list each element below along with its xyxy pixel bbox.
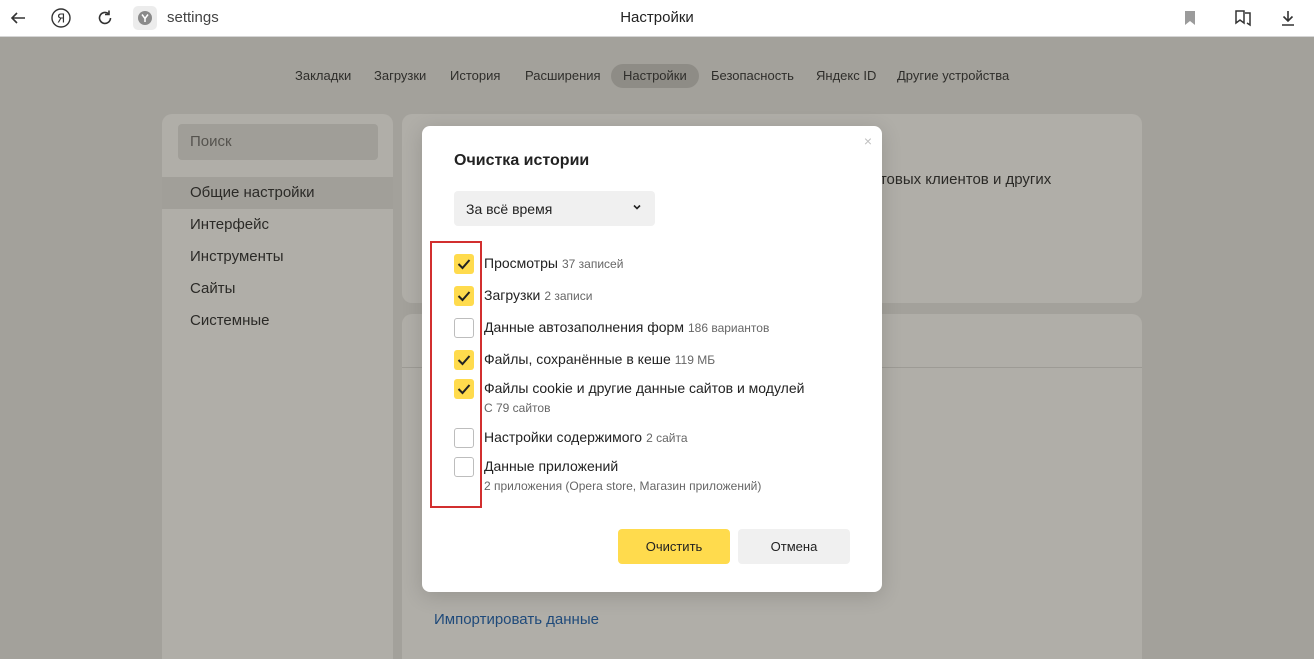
option-subtext: С 79 сайтов <box>484 401 551 415</box>
annotation-highlight-box <box>430 241 482 508</box>
period-select[interactable]: За всё время <box>454 191 655 226</box>
tab-extensions[interactable]: Расширения <box>513 64 613 88</box>
download-icon[interactable] <box>1276 6 1300 30</box>
tab-downloads[interactable]: Загрузки <box>362 64 438 88</box>
reload-icon[interactable] <box>93 6 117 30</box>
card-text: чтовых клиентов и других <box>872 171 1052 188</box>
settings-sidebar: Поиск Общие настройки Интерфейс Инструме… <box>162 114 393 659</box>
tab-yandex-id[interactable]: Яндекс ID <box>804 64 888 88</box>
tab-bookmarks[interactable]: Закладки <box>283 64 363 88</box>
clear-history-dialog: × Очистка истории За всё время Просмотры… <box>422 126 882 592</box>
option-label: Файлы cookie и другие данные сайтов и мо… <box>484 380 805 396</box>
site-badge-icon[interactable] <box>133 6 157 30</box>
tab-settings[interactable]: Настройки <box>611 64 699 88</box>
search-input[interactable]: Поиск <box>178 124 378 160</box>
option-label: Настройки содержимого 2 сайта <box>484 429 688 445</box>
sidebar-item-system[interactable]: Системные <box>162 305 393 337</box>
cancel-button[interactable]: Отмена <box>738 529 850 564</box>
settings-nav: Закладки Загрузки История Расширения Нас… <box>0 64 1314 88</box>
option-label: Данные приложений <box>484 458 619 474</box>
option-count: 37 записей <box>562 257 624 271</box>
tab-history[interactable]: История <box>438 64 512 88</box>
browser-toolbar: Я settings Настройки <box>0 0 1314 37</box>
dialog-title: Очистка истории <box>454 152 590 169</box>
chevron-down-icon <box>631 200 643 216</box>
sidebar-item-general[interactable]: Общие настройки <box>162 177 393 209</box>
option-count: 119 МБ <box>674 353 716 367</box>
svg-text:Я: Я <box>57 12 65 26</box>
tab-security[interactable]: Безопасность <box>699 64 806 88</box>
option-label: Файлы, сохранённые в кеше 119 МБ <box>484 351 716 367</box>
close-icon[interactable]: × <box>864 134 872 148</box>
sidebar-item-tools[interactable]: Инструменты <box>162 241 393 273</box>
period-value: За всё время <box>466 201 553 217</box>
option-subtext: 2 приложения (Opera store, Магазин прило… <box>484 479 762 493</box>
option-label: Загрузки 2 записи <box>484 287 593 303</box>
back-icon[interactable] <box>6 6 30 30</box>
clear-button[interactable]: Очистить <box>618 529 730 564</box>
option-count: 2 сайта <box>646 431 688 445</box>
tab-other-devices[interactable]: Другие устройства <box>885 64 1021 88</box>
option-label: Просмотры 37 записей <box>484 255 624 271</box>
option-label: Данные автозаполнения форм 186 вариантов <box>484 319 770 335</box>
collections-icon[interactable] <box>1231 6 1255 30</box>
import-data-link[interactable]: Импортировать данные <box>434 611 599 628</box>
bookmark-icon[interactable] <box>1178 6 1202 30</box>
option-count: 186 вариантов <box>687 321 770 335</box>
address-bar[interactable]: settings <box>167 9 219 26</box>
sidebar-item-sites[interactable]: Сайты <box>162 273 393 305</box>
option-count: 2 записи <box>544 289 593 303</box>
sidebar-item-interface[interactable]: Интерфейс <box>162 209 393 241</box>
yandex-logo-icon[interactable]: Я <box>49 6 73 30</box>
